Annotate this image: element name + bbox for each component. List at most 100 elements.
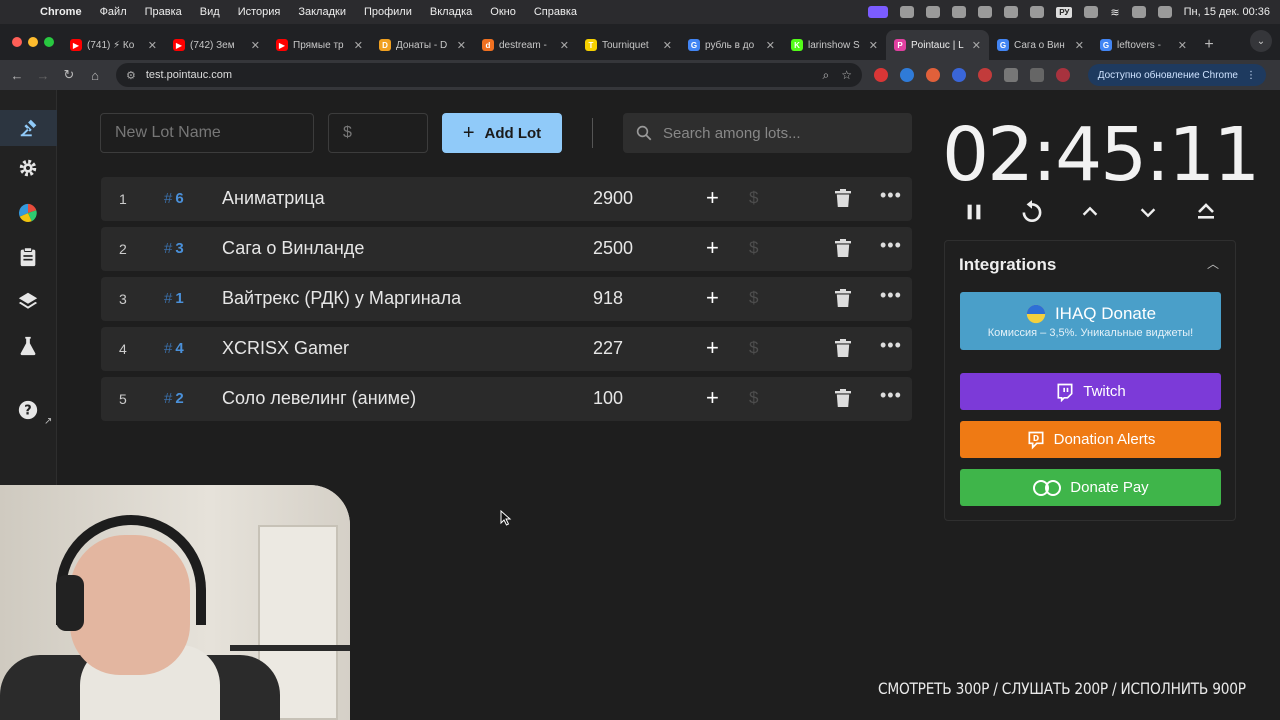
- add-time-button[interactable]: [1076, 198, 1104, 226]
- lot-name[interactable]: Соло левелинг (аниме): [222, 388, 416, 409]
- delete-lot-button[interactable]: [835, 289, 851, 312]
- home-button[interactable]: ⌂: [82, 68, 108, 83]
- close-tab-icon[interactable]: ✕: [560, 39, 569, 52]
- sidebar-item-help[interactable]: ?: [16, 398, 40, 422]
- lot-amount[interactable]: 2500: [593, 238, 633, 259]
- menu-app-name[interactable]: Chrome: [40, 6, 82, 18]
- profile-avatar[interactable]: [1056, 68, 1070, 82]
- clock[interactable]: Пн, 15 дек. 00:36: [1184, 6, 1270, 18]
- dollar-icon[interactable]: $: [749, 288, 758, 308]
- browser-tab[interactable]: Gleftovers - ✕: [1092, 30, 1195, 60]
- lot-more-button[interactable]: •••: [880, 285, 902, 306]
- extension-icon[interactable]: [952, 68, 966, 82]
- kebab-menu-icon[interactable]: ⋮: [1246, 70, 1256, 81]
- browser-tab[interactable]: T Tourniquet ✕: [577, 30, 680, 60]
- moon-icon[interactable]: [1004, 6, 1019, 18]
- url-text[interactable]: test.pointauc.com: [146, 69, 232, 81]
- reading-list-icon[interactable]: [1030, 68, 1044, 82]
- lot-amount[interactable]: 227: [593, 338, 623, 359]
- lot-search-input[interactable]: Search among lots...: [623, 113, 912, 153]
- add-lot-button[interactable]: + Add Lot: [442, 113, 562, 153]
- browser-tab[interactable]: Klarinshow S ✕: [783, 30, 886, 60]
- new-tab-button[interactable]: +: [1195, 30, 1223, 60]
- forward-button[interactable]: →: [30, 68, 56, 83]
- extension-icon[interactable]: [900, 68, 914, 82]
- browser-tab[interactable]: ▶ (741) ⚡ Ко ✕: [62, 30, 165, 60]
- extension-icon[interactable]: [926, 68, 940, 82]
- close-tab-icon[interactable]: ✕: [766, 39, 775, 52]
- menu-history[interactable]: История: [238, 6, 281, 18]
- close-tab-icon[interactable]: ✕: [457, 39, 466, 52]
- double-time-button[interactable]: [1192, 198, 1220, 226]
- lot-more-button[interactable]: •••: [880, 185, 902, 206]
- browser-tab[interactable]: d destream - ✕: [474, 30, 577, 60]
- control-center-icon[interactable]: [1131, 6, 1146, 18]
- lot-more-button[interactable]: •••: [880, 235, 902, 256]
- close-tab-icon[interactable]: ✕: [148, 39, 157, 52]
- sidebar-item-history[interactable]: [16, 245, 40, 269]
- browser-tab[interactable]: ▶ Прямые тр ✕: [268, 30, 371, 60]
- zoom-icon[interactable]: ⌕: [823, 68, 830, 83]
- wifi-icon[interactable]: ≋: [1110, 6, 1119, 19]
- add-amount-button[interactable]: +: [706, 335, 719, 361]
- lot-name[interactable]: Аниматрица: [222, 188, 325, 209]
- browser-tab[interactable]: ▶ (742) Зем ✕: [165, 30, 268, 60]
- input-language[interactable]: РУ: [1056, 6, 1073, 18]
- dollar-icon[interactable]: $: [749, 238, 758, 258]
- lot-amount[interactable]: 100: [593, 388, 623, 409]
- sidebar-item-layers[interactable]: [16, 289, 40, 313]
- lot-amount[interactable]: 2900: [593, 188, 633, 209]
- minimize-window-button[interactable]: [28, 37, 38, 47]
- sidebar-item-auction[interactable]: [0, 110, 57, 146]
- sidebar-item-wheel[interactable]: [16, 201, 40, 225]
- lot-more-button[interactable]: •••: [880, 385, 902, 406]
- menu-edit[interactable]: Правка: [145, 6, 182, 18]
- close-tab-icon[interactable]: ✕: [1178, 39, 1187, 52]
- adblock-icon[interactable]: [874, 68, 888, 82]
- chrome-update-button[interactable]: Доступно обновление Chrome ⋮: [1087, 64, 1266, 86]
- extensions-puzzle-icon[interactable]: [1004, 68, 1018, 82]
- lot-name[interactable]: Вайтрекс (РДК) у Маргинала: [222, 288, 461, 309]
- donate-pay-button[interactable]: Donate Pay: [960, 469, 1221, 506]
- menu-profiles[interactable]: Профили: [364, 6, 412, 18]
- dollar-icon[interactable]: $: [749, 338, 758, 358]
- close-tab-icon[interactable]: ✕: [251, 39, 260, 52]
- lot-amount[interactable]: 918: [593, 288, 623, 309]
- delete-lot-button[interactable]: [835, 339, 851, 362]
- lot-name[interactable]: XCRISX Gamer: [222, 338, 349, 359]
- zoom-window-button[interactable]: [44, 37, 54, 47]
- new-lot-name-input[interactable]: New Lot Name: [100, 113, 314, 153]
- subtract-time-button[interactable]: [1134, 198, 1162, 226]
- lot-more-button[interactable]: •••: [880, 335, 902, 356]
- close-tab-icon[interactable]: ✕: [1075, 39, 1084, 52]
- menu-tab[interactable]: Вкладка: [430, 6, 472, 18]
- tab-search-button[interactable]: ⌄: [1250, 30, 1272, 52]
- delete-lot-button[interactable]: [835, 389, 851, 412]
- sidebar-item-lab[interactable]: [16, 334, 40, 358]
- extension-icon[interactable]: [978, 68, 992, 82]
- reload-button[interactable]: ↻: [56, 67, 82, 83]
- battery-icon[interactable]: [1084, 6, 1099, 18]
- close-tab-icon[interactable]: ✕: [972, 39, 981, 52]
- wordpress-icon[interactable]: [978, 6, 993, 18]
- dollar-icon[interactable]: $: [749, 188, 758, 208]
- menu-file[interactable]: Файл: [100, 6, 127, 18]
- add-amount-button[interactable]: +: [706, 385, 719, 411]
- add-amount-button[interactable]: +: [706, 235, 719, 261]
- twitch-button[interactable]: Twitch: [960, 373, 1221, 410]
- delete-lot-button[interactable]: [835, 239, 851, 262]
- browser-tab[interactable]: D Донаты - D ✕: [371, 30, 474, 60]
- menu-view[interactable]: Вид: [200, 6, 220, 18]
- address-bar[interactable]: ⚙ test.pointauc.com ⌕ ☆: [116, 63, 862, 87]
- close-window-button[interactable]: [12, 37, 22, 47]
- browser-tab[interactable]: Gрубль в до ✕: [680, 30, 783, 60]
- donation-alerts-button[interactable]: D Donation Alerts: [960, 421, 1221, 458]
- browser-tab[interactable]: P Pointauc | L ✕: [886, 30, 989, 60]
- menu-help[interactable]: Справка: [534, 6, 577, 18]
- dollar-icon[interactable]: $: [749, 388, 758, 408]
- pause-button[interactable]: [960, 198, 988, 226]
- add-amount-button[interactable]: +: [706, 285, 719, 311]
- site-info-icon[interactable]: ⚙: [126, 69, 136, 82]
- search-icon[interactable]: [1157, 6, 1172, 18]
- status-icon[interactable]: [952, 6, 967, 18]
